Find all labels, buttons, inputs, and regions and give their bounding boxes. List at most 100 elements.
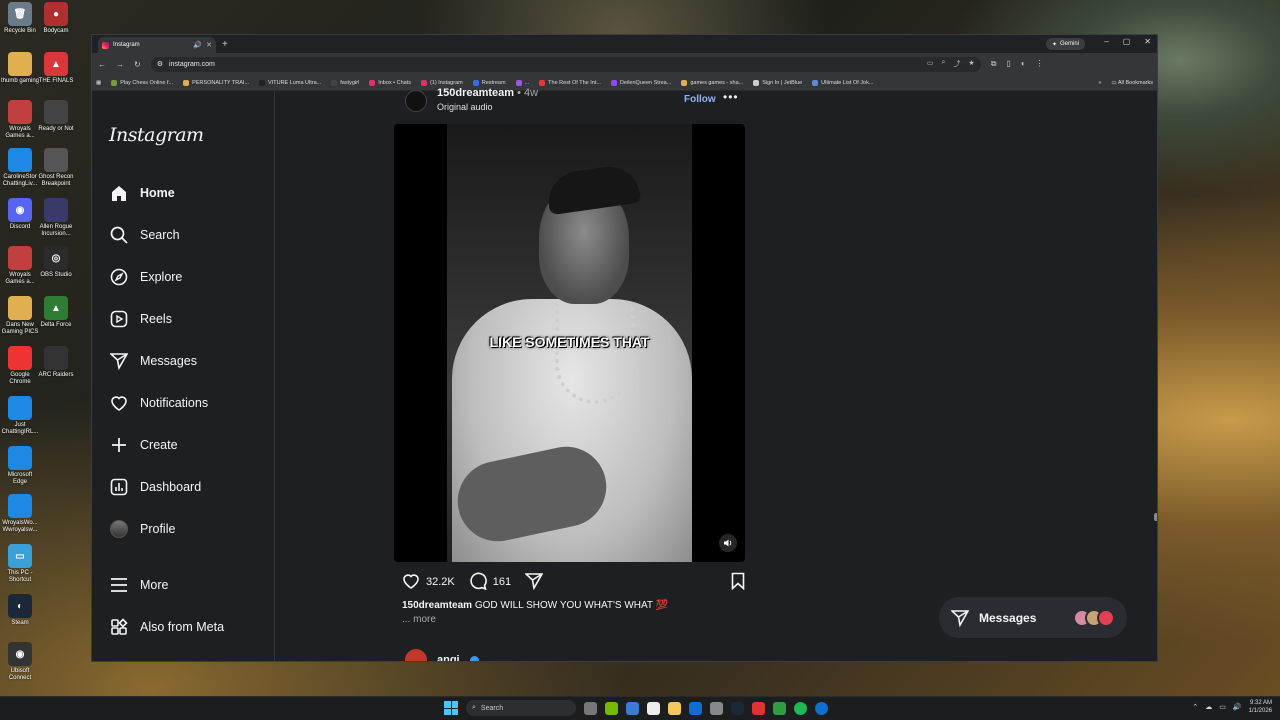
share-icon[interactable]: [524, 572, 544, 593]
copilot-icon[interactable]: [626, 701, 639, 715]
bookmark-item[interactable]: Sign In | JetBlue: [753, 79, 802, 86]
desktop-icon[interactable]: Just ChattingIRL...: [0, 396, 40, 436]
bookmark-star-icon[interactable]: ★: [968, 59, 974, 69]
post-username[interactable]: 150dreamteam • 4w: [437, 87, 538, 99]
desktop-icon[interactable]: WroyalsWo... Wwroyalsw...: [0, 494, 40, 534]
sidepanel-icon[interactable]: ▯: [1006, 59, 1010, 69]
desktop-icon[interactable]: ◐ Steam: [0, 594, 40, 627]
desktop-icon[interactable]: Dans New Gaming PICS: [0, 296, 40, 336]
desktop-icon[interactable]: 🗑 Recycle Bin: [0, 2, 40, 35]
maximize-button[interactable]: ▢: [1123, 37, 1131, 46]
comment-count[interactable]: 161: [493, 576, 511, 588]
desktop-icon[interactable]: ◎ OBS Studio: [36, 246, 76, 279]
zoom-icon[interactable]: ⌕: [942, 59, 946, 69]
menu-icon[interactable]: ⋮: [1036, 59, 1044, 69]
desktop-icon[interactable]: ARC Raiders: [36, 346, 76, 379]
like-icon[interactable]: [402, 573, 420, 592]
taskbar-search[interactable]: ⌕ Search: [466, 700, 576, 716]
settings-icon[interactable]: [710, 701, 723, 715]
desktop-icon[interactable]: ◉ Ubisoft Connect: [0, 642, 40, 682]
nav-explore[interactable]: Explore: [109, 266, 182, 288]
clock[interactable]: 9:32 AM 1/1/2026: [1249, 699, 1272, 715]
post-options-icon[interactable]: •••: [723, 90, 739, 104]
desktop-icon[interactable]: Ghost Recon Breakpoint: [36, 148, 76, 188]
nav-profile[interactable]: Profile: [109, 518, 175, 540]
nav-messages[interactable]: Messages: [109, 350, 197, 372]
profile-menu-icon[interactable]: ◐: [1021, 59, 1026, 69]
close-tab-icon[interactable]: ✕: [206, 41, 212, 49]
apps-icon[interactable]: ▦: [96, 80, 101, 86]
gemini-button[interactable]: ✦ Gemini: [1045, 38, 1085, 50]
nav-reels[interactable]: Reels: [109, 308, 172, 330]
desktop-icon[interactable]: Ready or Not: [36, 100, 76, 133]
desktop-icon[interactable]: ▲ THE FINALS: [36, 52, 76, 85]
desktop-icon[interactable]: CarolineStor ChattingLiv...: [0, 148, 40, 188]
messages-pill[interactable]: Messages: [939, 597, 1127, 638]
post-username-text[interactable]: 150dreamteam: [437, 87, 514, 99]
nav-create[interactable]: Create: [109, 434, 178, 456]
desktop-icon[interactable]: Google Chrome: [0, 346, 40, 386]
desktop-icon[interactable]: ● Bodycam: [36, 2, 76, 35]
spotify-icon[interactable]: [794, 701, 807, 715]
extensions-icon[interactable]: ⧉: [991, 59, 997, 69]
desktop-icon[interactable]: ▭ This PC - Shortcut: [0, 544, 40, 584]
app-icon[interactable]: [752, 701, 765, 715]
bookmark-item[interactable]: fastygirl: [331, 79, 359, 86]
cloud-icon[interactable]: ☁: [1205, 703, 1212, 711]
bookmark-item[interactable]: Ultimate List Of Jok...: [812, 79, 873, 86]
post-video[interactable]: LIKE SOMETIMES THAT: [394, 124, 745, 562]
more-bookmarks-button[interactable]: »: [1098, 80, 1101, 86]
tab-instagram[interactable]: Instagram 🔊 ✕: [98, 37, 216, 53]
comment-icon[interactable]: [469, 572, 487, 593]
windows-start-icon[interactable]: [444, 701, 458, 715]
volume-icon[interactable]: 🔊: [1233, 703, 1242, 711]
desktop-icon[interactable]: ▲ Delta Force: [36, 296, 76, 329]
edge-icon[interactable]: [689, 701, 702, 715]
volume-button[interactable]: [719, 534, 737, 552]
desktop-icon[interactable]: Wroyals Games a...: [0, 100, 40, 140]
post-audio[interactable]: Original audio: [437, 102, 493, 112]
avatar[interactable]: [405, 649, 427, 661]
notepad-icon[interactable]: [647, 701, 660, 715]
desktop-icon[interactable]: Allen Rogue Incursion...: [36, 198, 76, 238]
nav-search[interactable]: Search: [109, 224, 180, 246]
cast-icon[interactable]: ▭: [927, 59, 934, 69]
nav-home[interactable]: Home: [109, 182, 175, 204]
chevron-up-icon[interactable]: ⌃: [1192, 703, 1198, 711]
desktop-icon[interactable]: Wroyals Games a...: [0, 246, 40, 286]
share-icon[interactable]: ⤴: [953, 59, 960, 69]
desktop-icon[interactable]: ◉ Discord: [0, 198, 40, 231]
caption-more-link[interactable]: ... more: [402, 614, 436, 625]
minimize-button[interactable]: –: [1104, 37, 1108, 46]
bookmark-item[interactable]: VITURE Luma Ultra...: [259, 79, 321, 86]
reload-button[interactable]: ↻: [134, 60, 141, 69]
nav-more[interactable]: More: [109, 574, 168, 596]
desktop-icon[interactable]: Microsoft Edge: [0, 446, 40, 486]
caption-username[interactable]: 150dreamteam: [402, 600, 472, 611]
all-bookmarks-button[interactable]: ▭ All Bookmarks: [1111, 80, 1153, 86]
follow-button[interactable]: Follow: [684, 94, 716, 105]
network-icon[interactable]: ▭: [1219, 703, 1226, 711]
avatar[interactable]: [405, 90, 427, 112]
next-post-username[interactable]: angi: [437, 654, 460, 661]
close-window-button[interactable]: ✕: [1144, 37, 1151, 46]
address-bar[interactable]: ⚙ instagram.com ▭ ⌕ ⤴ ★: [150, 56, 981, 72]
nav-dashboard[interactable]: Dashboard: [109, 476, 201, 498]
edge-icon[interactable]: [815, 701, 828, 715]
nav-notifications[interactable]: Notifications: [109, 392, 208, 414]
speaker-icon[interactable]: 🔊: [193, 41, 202, 49]
bookmark-item[interactable]: Play Chess Online f...: [111, 79, 173, 86]
back-button[interactable]: ←: [98, 60, 106, 69]
task-view-icon[interactable]: [584, 701, 597, 715]
file-explorer-icon[interactable]: [668, 701, 681, 715]
new-tab-button[interactable]: +: [222, 39, 228, 50]
forward-button[interactable]: →: [116, 60, 124, 69]
instagram-logo[interactable]: Instagram: [109, 124, 204, 146]
steam-icon[interactable]: [731, 701, 744, 715]
scroll-thumb[interactable]: [1154, 513, 1157, 521]
bookmark-icon[interactable]: [731, 572, 745, 593]
chrome-icon[interactable]: [773, 701, 786, 715]
nav-also-from-meta[interactable]: Also from Meta: [109, 616, 224, 638]
desktop-icon[interactable]: thumb gaming: [0, 52, 40, 85]
bookmark-item[interactable]: PERSONALITY TRAI...: [183, 79, 249, 86]
